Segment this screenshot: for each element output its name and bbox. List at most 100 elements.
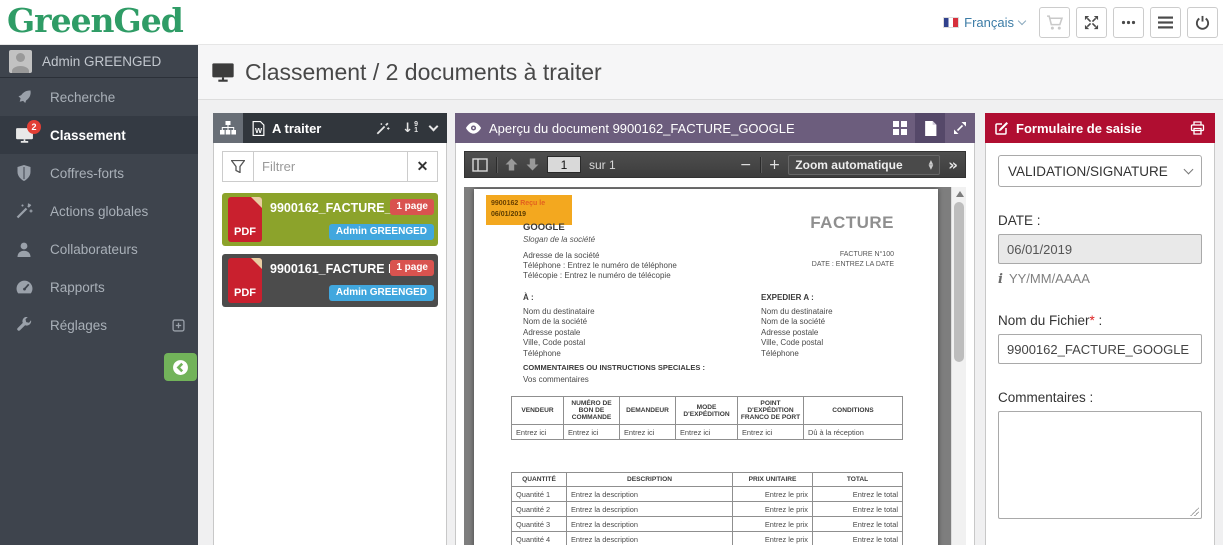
fullscreen-button[interactable] bbox=[1076, 7, 1107, 38]
shield-icon bbox=[17, 165, 31, 181]
invoice-cell: Entrez le total bbox=[812, 531, 903, 545]
sidebar-item-coffres-forts[interactable]: Coffres-forts bbox=[0, 154, 198, 192]
language-selector[interactable]: Français bbox=[943, 15, 1027, 30]
sidebar-collapse-button[interactable] bbox=[164, 353, 197, 381]
scroll-up-arrow[interactable] bbox=[956, 191, 964, 197]
toolbar-divider bbox=[496, 156, 497, 173]
text-line: Téléphone bbox=[523, 348, 561, 358]
text-line: Téléphone bbox=[761, 348, 799, 358]
document-card[interactable]: PDF 9900161_FACTURE DIM 1 page Admin GRE… bbox=[222, 254, 438, 307]
sidebar-item-label: Coffres-forts bbox=[50, 165, 125, 181]
page-view-button[interactable] bbox=[915, 113, 945, 143]
invoice-col-header: CONDITIONS bbox=[803, 396, 903, 425]
sidebar-item-recherche[interactable]: Recherche bbox=[0, 78, 198, 116]
filename-input[interactable] bbox=[998, 334, 1202, 364]
file-icon bbox=[924, 120, 936, 136]
workflow-value: VALIDATION/SIGNATURE bbox=[1008, 163, 1168, 179]
resize-handle-icon[interactable] bbox=[1189, 506, 1199, 516]
chevron-down-icon[interactable] bbox=[428, 121, 439, 131]
clear-filter-icon: ✕ bbox=[416, 158, 429, 174]
document-page: 9900162 Reçu le 06/01/2019 GOOGLE Slogan… bbox=[474, 189, 938, 545]
sitemap-icon bbox=[220, 121, 236, 135]
invoice-cell: Entrez le prix bbox=[732, 516, 813, 532]
queue-title-group: W A traiter bbox=[243, 120, 321, 136]
fullscreen-icon bbox=[1084, 15, 1099, 30]
filter-input[interactable] bbox=[254, 151, 408, 182]
zoom-mode-value: Zoom automatique bbox=[795, 157, 903, 172]
expand-diagonal-icon bbox=[954, 122, 966, 134]
tree-view-button[interactable] bbox=[213, 113, 243, 143]
page-title: Classement / 2 documents à traiter bbox=[245, 58, 602, 85]
date-label: DATE : bbox=[998, 213, 1041, 228]
invoice-col-header: QUANTITÉ bbox=[511, 472, 567, 487]
invoice-col-header: VENDEUR bbox=[511, 396, 564, 425]
page-total-label: sur 1 bbox=[589, 157, 616, 172]
workflow-select[interactable]: VALIDATION/SIGNATURE bbox=[998, 155, 1202, 187]
pdf-label: PDF bbox=[234, 287, 256, 299]
sidebar-item-label: Rapports bbox=[50, 279, 105, 295]
invoice-col-header: TOTAL bbox=[812, 472, 903, 487]
sidebar-item-label: Actions globales bbox=[50, 203, 149, 219]
form-title-group: Formulaire de saisie bbox=[985, 121, 1142, 136]
recipient-label: À : bbox=[523, 293, 534, 302]
expand-settings-icon[interactable] bbox=[172, 318, 185, 333]
sidebar-toggle-icon[interactable] bbox=[472, 157, 488, 172]
previous-page-icon[interactable] bbox=[505, 158, 518, 171]
main-area: Classement / 2 documents à traiter W A t… bbox=[198, 45, 1223, 545]
sidebar-item-label: Collaborateurs bbox=[50, 241, 138, 257]
select-caret-icon: ▲ ▼ bbox=[928, 158, 934, 171]
arrow-circle-left-icon bbox=[173, 359, 188, 375]
user-profile[interactable]: Admin GREENGED bbox=[0, 45, 198, 78]
text-line: Adresse postale bbox=[523, 327, 581, 337]
preview-title: Aperçu du document 9900162_FACTURE_GOOGL… bbox=[489, 120, 795, 136]
page-number-input[interactable] bbox=[547, 156, 581, 173]
stamp-date: 06/01/2019 bbox=[491, 211, 527, 218]
logout-button[interactable] bbox=[1187, 7, 1218, 38]
zoom-mode-select[interactable]: Zoom automatique ▲ ▼ bbox=[788, 154, 941, 175]
monitor-icon bbox=[212, 63, 234, 82]
pages-badge: 1 page bbox=[390, 199, 434, 215]
invoice-col-header: DESCRIPTION bbox=[566, 472, 733, 487]
clear-filter-button[interactable]: ✕ bbox=[408, 151, 438, 182]
filter-button[interactable] bbox=[222, 151, 254, 182]
invoice-cell: Entrez ici bbox=[619, 424, 676, 440]
zoom-in-icon[interactable]: + bbox=[769, 157, 781, 173]
topbar-actions: Français bbox=[943, 7, 1218, 38]
date-input[interactable] bbox=[998, 234, 1202, 264]
ellipsis-icon bbox=[1121, 20, 1136, 25]
invoice-cell: Entrez le total bbox=[812, 516, 903, 532]
sidebar-item-actions-globales[interactable]: Actions globales bbox=[0, 192, 198, 230]
cart-button[interactable] bbox=[1039, 7, 1070, 38]
menu-button[interactable] bbox=[1150, 7, 1181, 38]
next-page-icon[interactable] bbox=[526, 158, 539, 171]
eye-icon bbox=[465, 122, 482, 134]
sort-numeric-icon[interactable]: ↓ 91 bbox=[402, 121, 418, 135]
comments-textarea[interactable] bbox=[998, 411, 1202, 519]
invoice-cell: Entrez ici bbox=[563, 424, 620, 440]
zoom-out-icon[interactable]: − bbox=[740, 157, 752, 173]
thumbnail-view-button[interactable] bbox=[885, 113, 915, 143]
sidebar-menu: Recherche 2 Classement Coffres-forts Act… bbox=[0, 78, 198, 344]
stamp-number: 9900162 bbox=[491, 200, 519, 207]
scrollbar-thumb[interactable] bbox=[954, 202, 964, 362]
toolbar-more-icon[interactable]: » bbox=[948, 156, 958, 174]
expand-preview-button[interactable] bbox=[945, 113, 975, 143]
sidebar-item-rapports[interactable]: Rapports bbox=[0, 268, 198, 306]
sidebar-item-reglages[interactable]: Réglages bbox=[0, 306, 198, 344]
pdf-file-icon: PDF bbox=[228, 197, 262, 242]
invoice-comments-value: Vos commentaires bbox=[523, 375, 589, 384]
language-label: Français bbox=[964, 15, 1014, 30]
more-options-button[interactable] bbox=[1113, 7, 1144, 38]
print-button[interactable] bbox=[1190, 121, 1215, 135]
printer-icon bbox=[1190, 121, 1205, 135]
magic-wand-icon[interactable] bbox=[376, 122, 390, 135]
grid-icon bbox=[893, 121, 907, 135]
document-card[interactable]: PDF 9900162_FACTURE_GOOGLE 1 page Admin … bbox=[222, 193, 438, 246]
filename-label: Nom du Fichier* : bbox=[998, 313, 1103, 328]
sidebar-item-classement[interactable]: 2 Classement bbox=[0, 116, 198, 154]
viewer-scrollbar[interactable] bbox=[951, 187, 966, 545]
invoice-company-lines: Adresse de la société Téléphone : Entrez … bbox=[523, 251, 677, 281]
invoice-cell: Entrez la description bbox=[566, 486, 733, 502]
sidebar-item-collaborateurs[interactable]: Collaborateurs bbox=[0, 230, 198, 268]
funnel-icon bbox=[231, 160, 245, 173]
